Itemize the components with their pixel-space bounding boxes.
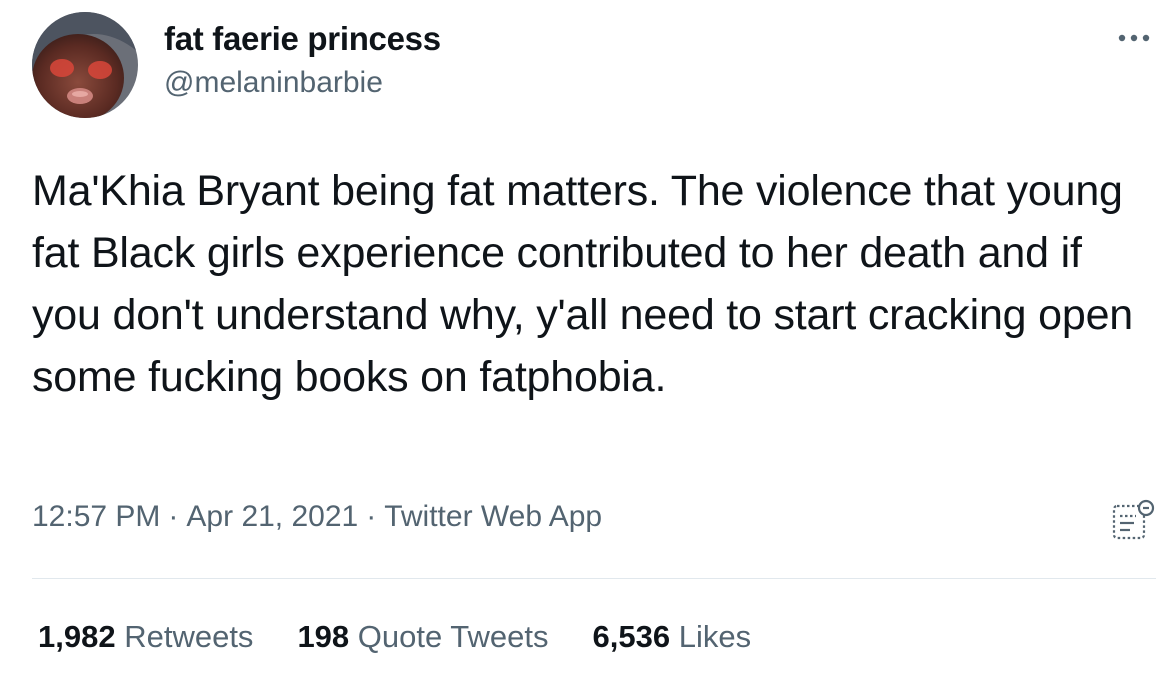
likes-label: Likes (678, 619, 752, 654)
tweet-date: Apr 21, 2021 (186, 500, 359, 533)
avatar-image (32, 12, 138, 118)
retweets-label: Retweets (124, 619, 254, 654)
tweet-source: Twitter Web App (384, 500, 603, 533)
tweet-text: Ma'Khia Bryant being fat matters. The vi… (32, 167, 1133, 401)
tweet-time: 12:57 PM (32, 500, 161, 533)
tweet-card: fat faerie princess @melaninbarbie Ma'Kh… (0, 0, 1172, 690)
tweet-source-link[interactable]: Twitter Web App (384, 500, 602, 533)
separator: · (366, 500, 377, 533)
engagement-stats: 1,982 Retweets 198 Quote Tweets 6,536 Li… (38, 619, 751, 655)
tweet-time-link[interactable]: 12:57 PM (32, 500, 160, 533)
likes-stat[interactable]: 6,536 Likes (593, 619, 752, 655)
tweet-metadata: 12:57 PM · Apr 21, 2021 · Twitter Web App (32, 500, 602, 534)
quote-tweets-stat[interactable]: 198 Quote Tweets (297, 619, 548, 655)
separator: · (168, 500, 179, 533)
author-handle[interactable]: @melaninbarbie (164, 66, 383, 100)
tweet-date-link[interactable]: Apr 21, 2021 (186, 500, 358, 533)
retweets-stat[interactable]: 1,982 Retweets (38, 619, 253, 655)
retweets-count: 1,982 (38, 619, 116, 654)
quote-tweets-count: 198 (297, 619, 350, 654)
author-display-name[interactable]: fat faerie princess (164, 20, 441, 58)
analytics-icon[interactable] (1110, 498, 1156, 544)
avatar[interactable] (32, 12, 138, 118)
divider (32, 578, 1156, 579)
more-horizontal-icon[interactable] (1112, 28, 1156, 48)
quote-tweets-label: Quote Tweets (357, 619, 549, 654)
likes-count: 6,536 (592, 619, 671, 654)
